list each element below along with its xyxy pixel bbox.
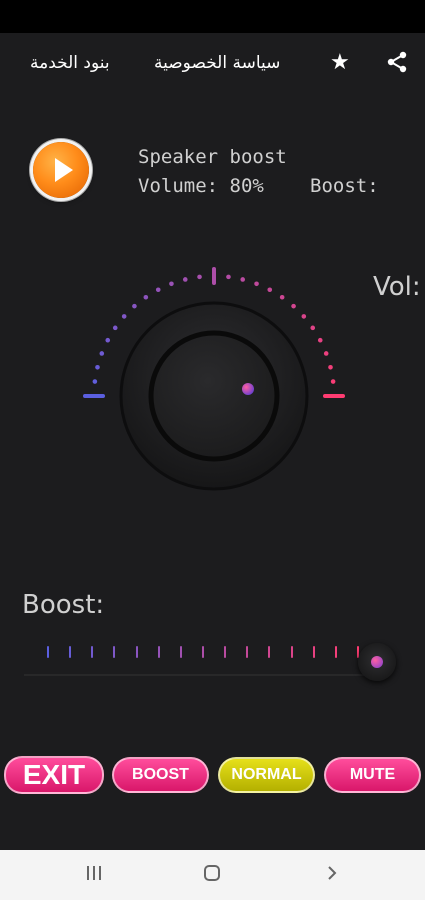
normal-button[interactable]: NORMAL bbox=[218, 757, 315, 793]
dial-dot bbox=[301, 314, 307, 319]
slider-tick bbox=[202, 646, 204, 658]
slider-tick bbox=[246, 646, 249, 658]
volume-knob[interactable] bbox=[70, 255, 360, 505]
share-icon[interactable] bbox=[386, 51, 408, 78]
slider-tick bbox=[312, 646, 315, 658]
dial-dot bbox=[132, 303, 137, 309]
dial-dot bbox=[95, 364, 100, 370]
dial-dot bbox=[169, 281, 174, 287]
slider-tick bbox=[157, 646, 160, 658]
slider-tick bbox=[179, 646, 182, 658]
dial-dot bbox=[105, 337, 111, 343]
dial-dot bbox=[197, 274, 202, 280]
dial-dot bbox=[143, 294, 149, 300]
dial-dot bbox=[226, 274, 231, 280]
knob-indicator-dot bbox=[242, 383, 254, 395]
slider-tick bbox=[290, 646, 293, 658]
dial-dot bbox=[92, 379, 98, 384]
app-title: Speaker boost bbox=[138, 146, 287, 168]
back-icon[interactable] bbox=[323, 864, 341, 885]
dial-dot bbox=[99, 351, 105, 356]
boost-button[interactable]: BOOST bbox=[112, 757, 209, 793]
dial-dot bbox=[112, 325, 118, 331]
dial-dot bbox=[323, 351, 329, 356]
boost-label: Boost: bbox=[22, 590, 105, 620]
play-button[interactable] bbox=[33, 142, 89, 198]
dial-dot bbox=[254, 281, 259, 287]
dial-dot bbox=[291, 303, 296, 309]
exit-button[interactable]: EXIT bbox=[4, 756, 104, 794]
slider-tick bbox=[224, 646, 227, 658]
volume-label: Vol: bbox=[373, 272, 421, 302]
dial-dot bbox=[328, 364, 333, 370]
boost-slider-thumb[interactable] bbox=[358, 643, 396, 681]
dial-dot bbox=[317, 337, 323, 343]
dial-dot bbox=[279, 294, 285, 300]
dial-dot bbox=[182, 277, 188, 282]
mute-button[interactable]: MUTE bbox=[324, 757, 421, 793]
boost-readout: Boost: bbox=[310, 175, 379, 197]
slider-tick bbox=[69, 646, 72, 658]
dial-dot bbox=[155, 287, 161, 293]
slider-tick bbox=[334, 646, 337, 658]
slider-thumb-dot bbox=[371, 656, 383, 668]
dial-dot bbox=[240, 277, 246, 282]
terms-of-service-link[interactable]: بنود الخدمة bbox=[30, 53, 110, 73]
recent-apps-icon[interactable] bbox=[85, 864, 103, 885]
star-icon[interactable]: ★ bbox=[330, 52, 350, 74]
dial-dot bbox=[310, 325, 316, 331]
dial-dot bbox=[267, 287, 273, 293]
dial-dot bbox=[121, 314, 127, 319]
dial-dot bbox=[330, 379, 336, 384]
volume-readout: Volume: 80% bbox=[138, 175, 264, 197]
play-icon bbox=[55, 158, 73, 182]
status-bar bbox=[0, 0, 425, 33]
privacy-policy-link[interactable]: سياسة الخصوصية bbox=[154, 53, 280, 73]
slider-tick bbox=[135, 646, 138, 658]
slider-tick bbox=[47, 646, 49, 658]
knob-inner-cap bbox=[148, 330, 280, 462]
home-icon[interactable] bbox=[203, 864, 221, 885]
slider-tick bbox=[91, 646, 94, 658]
